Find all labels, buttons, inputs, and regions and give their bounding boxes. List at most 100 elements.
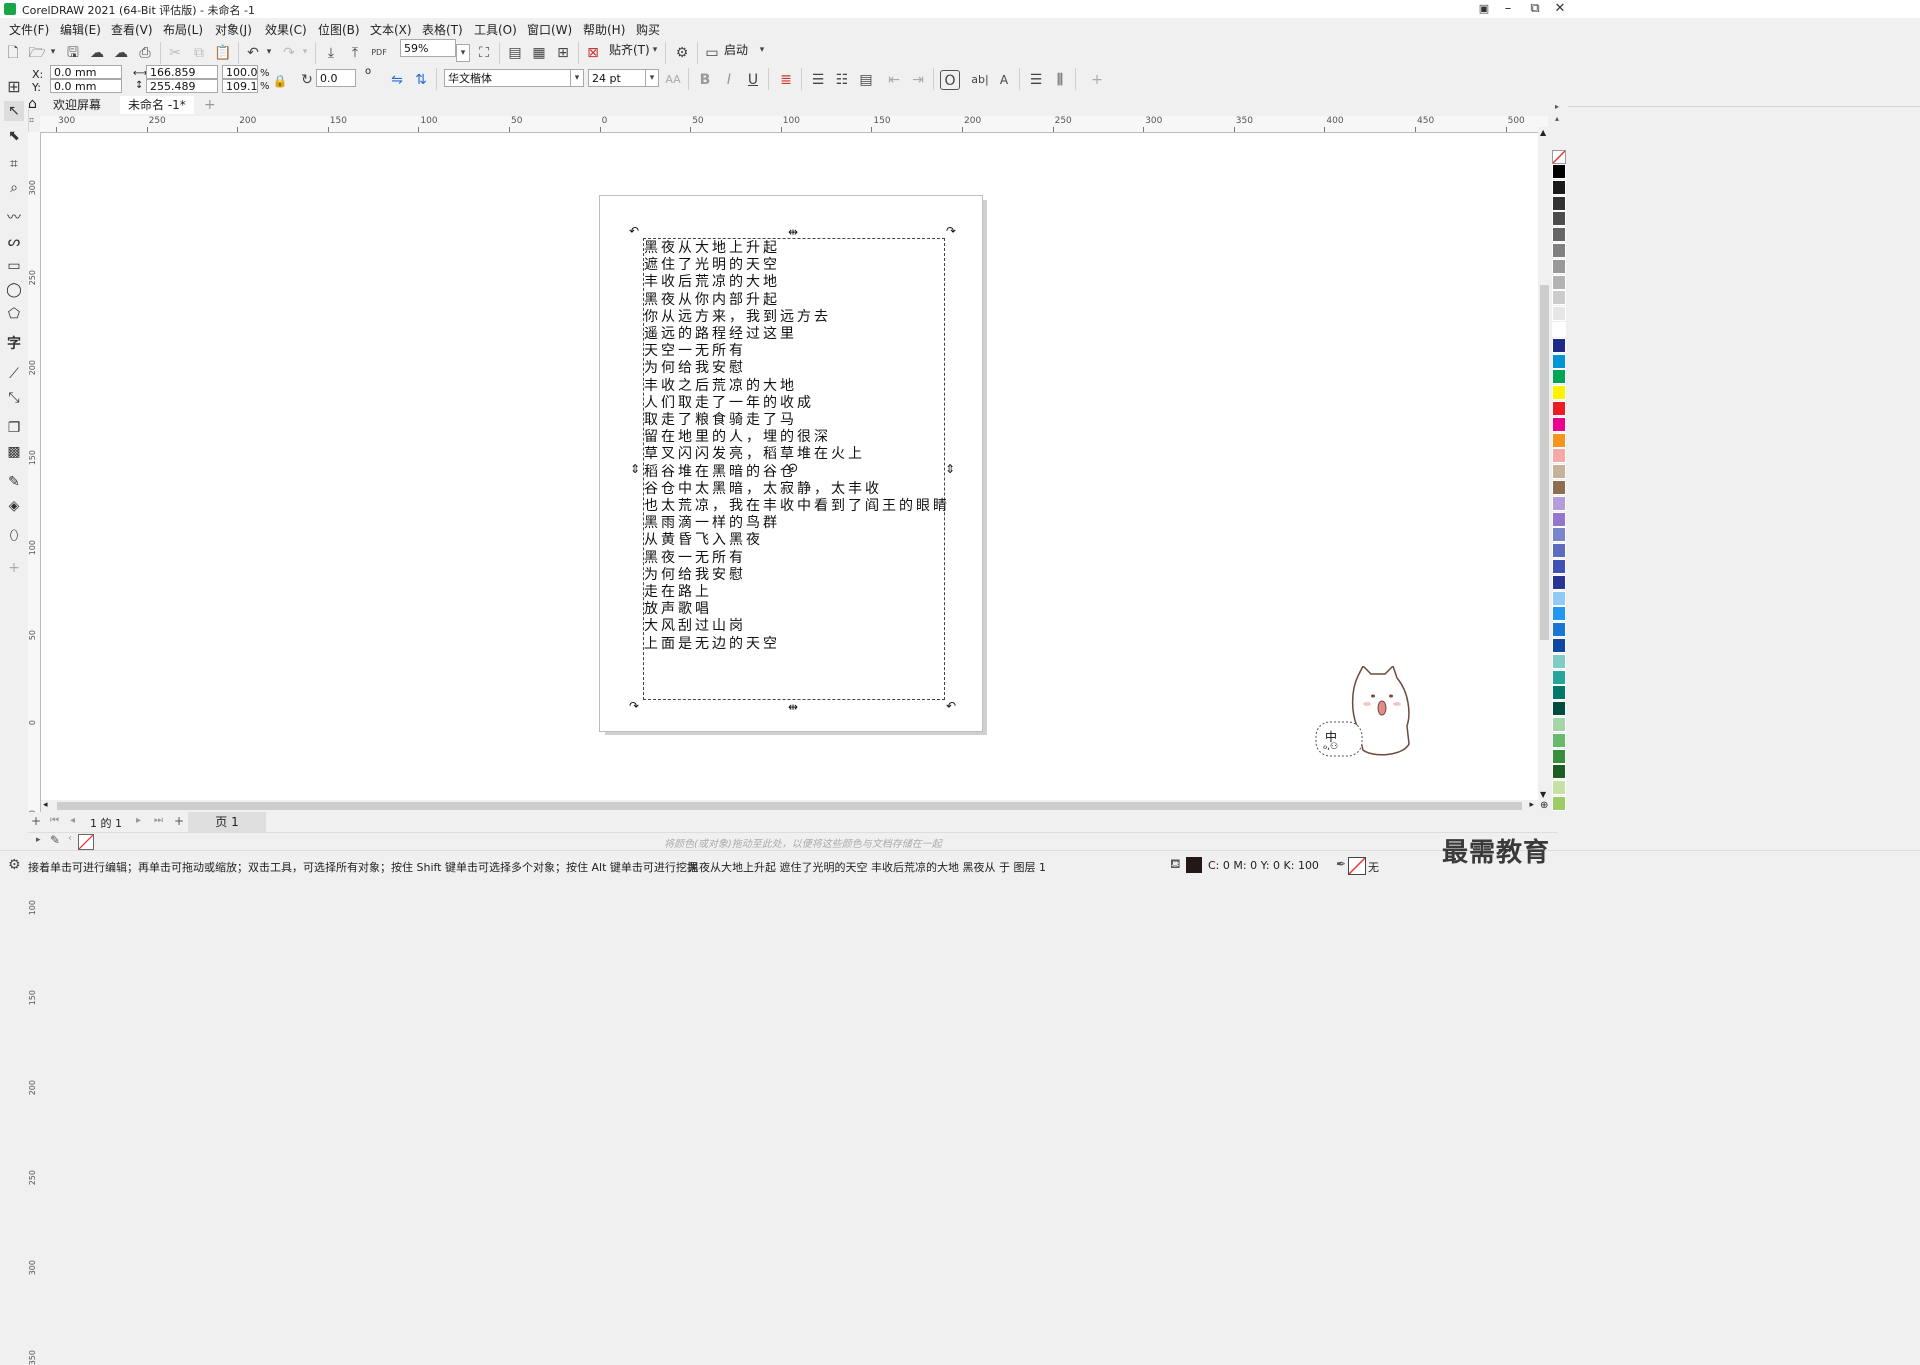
menu-buy[interactable]: 购买 — [636, 21, 660, 38]
color-swatch[interactable] — [1552, 353, 1566, 369]
menu-edit[interactable]: 编辑(E) — [60, 21, 101, 38]
color-swatch[interactable] — [1552, 543, 1566, 559]
application-launcher-icon[interactable]: ▭ — [702, 43, 722, 63]
color-swatch[interactable] — [1552, 622, 1566, 638]
eyedropper-icon[interactable]: ✎ — [4, 472, 24, 492]
snap-dropdown-icon[interactable]: ▾ — [649, 45, 661, 55]
menu-bitmaps[interactable]: 位图(B) — [318, 21, 360, 38]
horizontal-scroll-thumb[interactable] — [57, 802, 1522, 810]
freehand-tool-icon[interactable]: 〰 — [4, 208, 24, 228]
outline-pen-icon[interactable]: ✒ — [1336, 857, 1346, 871]
height-input[interactable]: 255.489 mm — [146, 79, 218, 107]
text-alignment-icon[interactable]: ≣ — [776, 70, 796, 90]
prev-page-icon[interactable]: ◂ — [70, 815, 75, 826]
skew-handle-right[interactable]: ⇕ — [943, 462, 957, 476]
publish-pdf-icon[interactable]: PDF — [369, 43, 389, 63]
palette-eyedropper-icon[interactable]: ✎ — [50, 833, 60, 847]
menu-tools[interactable]: 工具(O) — [474, 21, 517, 38]
skew-handle-top[interactable]: ⇹ — [786, 225, 800, 239]
color-swatch[interactable] — [1552, 701, 1566, 717]
color-swatch[interactable] — [1552, 495, 1566, 511]
menu-object[interactable]: 对象(J) — [215, 21, 252, 38]
skew-handle-bottom[interactable]: ⇹ — [786, 700, 800, 714]
palette-expand-icon[interactable]: ▸ — [36, 835, 41, 845]
color-swatch[interactable] — [1552, 243, 1566, 258]
options-gear-icon[interactable]: ⚙ — [672, 43, 692, 63]
quick-customize-icon[interactable]: + — [1087, 70, 1107, 90]
color-swatch[interactable] — [1552, 559, 1566, 574]
color-swatch[interactable] — [1552, 337, 1566, 353]
undo-dropdown-icon[interactable]: ▾ — [263, 47, 275, 57]
color-swatch[interactable] — [1552, 590, 1566, 606]
paste-icon[interactable]: 📋 — [213, 43, 233, 63]
color-swatch[interactable] — [1552, 258, 1566, 274]
color-swatch[interactable] — [1552, 606, 1566, 622]
ellipse-tool-icon[interactable]: ◯ — [4, 280, 24, 300]
home-icon[interactable]: ⌂ — [28, 96, 42, 112]
zoom-dropdown-icon[interactable]: ▾ — [456, 44, 470, 62]
color-swatch[interactable] — [1552, 480, 1566, 495]
horizontal-text-icon[interactable]: ☰ — [1026, 70, 1046, 90]
mirror-vertical-icon[interactable]: ⇅ — [411, 70, 431, 90]
launch-menu[interactable]: 启动 — [724, 41, 748, 58]
ruler-origin-icon[interactable]: ⌗ — [29, 116, 40, 132]
menu-file[interactable]: 文件(F) — [9, 21, 49, 38]
opentype-features-icon[interactable]: O — [940, 70, 960, 90]
color-swatch[interactable] — [1552, 322, 1566, 337]
no-color-swatch[interactable] — [1552, 150, 1566, 164]
polygon-tool-icon[interactable]: ⬠ — [4, 304, 24, 324]
decrease-indent-icon[interactable]: ⇤ — [884, 70, 904, 90]
color-swatch[interactable] — [1552, 211, 1566, 227]
color-swatch[interactable] — [1552, 306, 1566, 322]
color-swatch[interactable] — [1552, 401, 1566, 416]
color-swatch[interactable] — [1552, 732, 1566, 748]
cloud-download-icon[interactable]: ☁ — [87, 43, 107, 63]
scroll-down-icon[interactable]: ▼ — [1540, 790, 1546, 799]
transparency-tool-icon[interactable]: ▩ — [4, 442, 24, 462]
font-list-input[interactable]: 华文楷体 — [444, 69, 572, 87]
vertical-text-icon[interactable]: ⫼ — [1050, 70, 1070, 90]
color-swatch[interactable] — [1552, 511, 1566, 527]
tab-welcome[interactable]: 欢迎屏幕 — [45, 96, 109, 114]
color-swatch[interactable] — [1552, 796, 1566, 811]
color-swatch[interactable] — [1552, 527, 1566, 543]
pick-tool-icon[interactable]: ↖ — [4, 101, 24, 121]
redo-dropdown-icon[interactable]: ▾ — [299, 47, 311, 57]
fill-bucket-icon[interactable]: ⛾ — [1170, 857, 1181, 874]
menu-effects[interactable]: 效果(C) — [265, 21, 307, 38]
skew-handle-left[interactable]: ⇕ — [628, 462, 642, 476]
fill-color-swatch[interactable] — [1186, 857, 1202, 873]
copy-icon[interactable]: ⧉ — [189, 43, 209, 63]
undo-icon[interactable]: ↶ — [243, 43, 263, 63]
menu-window[interactable]: 窗口(W) — [527, 21, 572, 38]
scroll-right-icon[interactable]: ▸ — [1529, 800, 1534, 810]
cloud-upload-icon[interactable]: ☁ — [111, 43, 131, 63]
rotate-handle-bottom-right[interactable]: ↶ — [944, 699, 958, 713]
color-swatch[interactable] — [1552, 385, 1566, 401]
bold-button[interactable]: B — [695, 70, 715, 90]
status-gear-icon[interactable]: ⚙ — [8, 857, 21, 873]
cut-icon[interactable]: ✂ — [165, 43, 185, 63]
color-swatch[interactable] — [1552, 685, 1566, 701]
artistic-media-icon[interactable]: ᔕ — [4, 232, 24, 252]
character-formatting-icon[interactable]: A — [994, 70, 1014, 90]
first-page-icon[interactable]: ⏮ — [50, 815, 59, 826]
lock-ratio-icon[interactable]: 🔒 — [270, 71, 290, 91]
font-size-adjust-icon[interactable]: AA — [663, 70, 683, 90]
drawing-canvas[interactable]: ↶ ↷ ↷ ↶ ⇹ ⇹ ⇕ ⇕ ⊙ 中 ℴ,⚇ 黑夜从大地上升起 遮住了光明的天空… — [41, 133, 1548, 801]
full-screen-preview-icon[interactable]: ⛶ — [474, 43, 494, 63]
drop-shadow-icon[interactable]: ❐ — [4, 418, 24, 438]
close-button[interactable]: ✕ — [1546, 0, 1574, 18]
color-swatch[interactable] — [1552, 369, 1566, 385]
rotate-handle-bottom-left[interactable]: ↷ — [627, 699, 641, 713]
text-tool-icon[interactable]: 字 — [4, 334, 24, 354]
tab-document[interactable]: 未命名 -1* — [120, 96, 194, 114]
color-swatch[interactable] — [1552, 748, 1566, 764]
color-swatch[interactable] — [1552, 780, 1566, 796]
increase-indent-icon[interactable]: ⇥ — [908, 70, 928, 90]
launch-dropdown-icon[interactable]: ▾ — [756, 45, 768, 55]
zoom-level-input[interactable]: 59% — [400, 39, 456, 57]
color-swatch[interactable] — [1552, 574, 1566, 590]
palette-scroll-up-icon[interactable]: ▸ — [1555, 102, 1559, 111]
connector-tool-icon[interactable]: ⤡ — [4, 388, 24, 408]
